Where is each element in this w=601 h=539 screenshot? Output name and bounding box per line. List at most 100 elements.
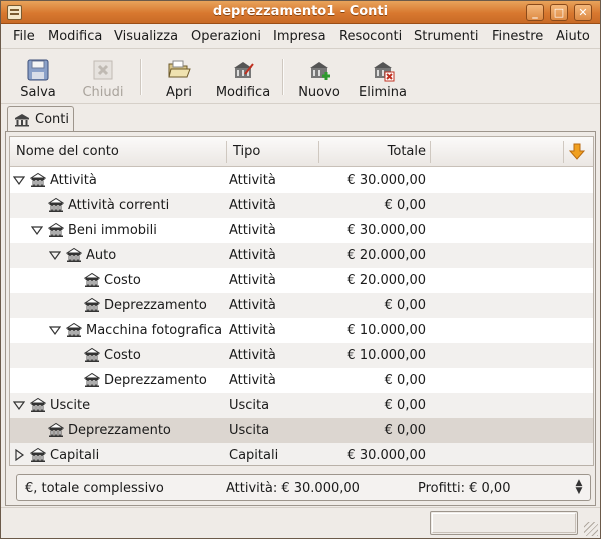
account-row[interactable]: Deprezzamento Attività € 0,00 xyxy=(10,368,593,393)
account-type: Uscita xyxy=(229,423,270,438)
account-row[interactable]: Deprezzamento Attività € 0,00 xyxy=(10,293,593,318)
status-bar xyxy=(1,507,600,538)
save-label: Salva xyxy=(20,85,56,100)
account-name: Capitali xyxy=(50,448,100,463)
expander-icon[interactable] xyxy=(13,399,25,411)
account-name: Deprezzamento xyxy=(104,298,207,313)
column-header-name[interactable]: Nome del conto xyxy=(16,137,226,167)
account-row[interactable]: Attività correnti Attività € 0,00 xyxy=(10,193,593,218)
tab-conti[interactable]: Conti xyxy=(7,106,74,132)
menu-file[interactable]: File xyxy=(13,29,35,44)
menu-finestre[interactable]: Finestre xyxy=(492,29,543,44)
account-total: € 20.000,00 xyxy=(347,273,426,288)
close-icon xyxy=(93,60,113,80)
summary-bar[interactable]: €, totale complessivo Attività: € 30.000… xyxy=(16,474,591,501)
menu-modifica[interactable]: Modifica xyxy=(48,29,102,44)
account-icon xyxy=(48,197,64,212)
account-row[interactable]: Macchina fotografica Attività € 10.000,00 xyxy=(10,318,593,343)
edit-button[interactable]: Modifica xyxy=(213,53,273,101)
menu-aiuto[interactable]: Aiuto xyxy=(556,29,590,44)
delete-account-button[interactable]: Elimina xyxy=(357,53,409,101)
menu-visualizza[interactable]: Visualizza xyxy=(114,29,178,44)
column-separator[interactable] xyxy=(226,141,227,163)
account-total: € 30.000,00 xyxy=(347,173,426,188)
menu-strumenti[interactable]: Strumenti xyxy=(414,29,479,44)
account-name: Uscite xyxy=(50,398,91,413)
account-row[interactable]: Uscite Uscita € 0,00 xyxy=(10,393,593,418)
account-icon xyxy=(84,272,100,287)
account-type: Attività xyxy=(229,248,276,263)
tree-header: Nome del conto Tipo Totale xyxy=(10,137,593,167)
account-type: Attività xyxy=(229,298,276,313)
account-row[interactable]: Beni immobili Attività € 30.000,00 xyxy=(10,218,593,243)
close-window-button[interactable]: ✕ xyxy=(574,4,592,21)
delete-account-label: Elimina xyxy=(359,85,407,100)
new-account-label: Nuovo xyxy=(298,85,340,100)
menu-resoconti[interactable]: Resoconti xyxy=(339,29,402,44)
save-button[interactable]: Salva xyxy=(15,53,61,101)
column-separator[interactable] xyxy=(318,141,319,163)
expander-icon[interactable] xyxy=(49,249,61,261)
new-account-button[interactable]: Nuovo xyxy=(295,53,343,101)
summary-profits: Profitti: € 0,00 xyxy=(418,481,511,496)
account-type: Attività xyxy=(229,273,276,288)
expander-icon[interactable] xyxy=(49,324,61,336)
account-name: Attività xyxy=(50,173,97,188)
edit-account-icon xyxy=(234,62,254,78)
toolbar: Salva Chiudi Apri Modifica Nuovo Elimina xyxy=(1,49,600,104)
menu-impresa[interactable]: Impresa xyxy=(273,29,326,44)
account-icon xyxy=(84,347,100,362)
close-label: Chiudi xyxy=(82,85,124,100)
account-total: € 20.000,00 xyxy=(347,248,426,263)
account-name: Beni immobili xyxy=(68,223,157,238)
expander-icon[interactable] xyxy=(13,449,25,461)
account-type: Attività xyxy=(229,173,276,188)
summary-assets: Attività: € 30.000,00 xyxy=(226,481,360,496)
resize-grip[interactable] xyxy=(584,522,598,536)
open-label: Apri xyxy=(165,85,193,100)
account-icon xyxy=(30,447,46,462)
account-row[interactable]: Costo Attività € 10.000,00 xyxy=(10,343,593,368)
account-name: Macchina fotografica xyxy=(86,323,223,338)
account-total: € 0,00 xyxy=(384,373,426,388)
account-type: Attività xyxy=(229,223,276,238)
account-row[interactable]: Auto Attività € 20.000,00 xyxy=(10,243,593,268)
account-name: Costo xyxy=(104,273,141,288)
toolbar-separator xyxy=(282,59,284,95)
expander-icon[interactable] xyxy=(13,174,25,186)
column-separator[interactable] xyxy=(563,141,564,163)
maximize-button[interactable]: □ xyxy=(550,4,568,21)
account-total: € 0,00 xyxy=(384,423,426,438)
account-type: Uscita xyxy=(229,398,270,413)
account-row[interactable]: Deprezzamento Uscita € 0,00 xyxy=(10,418,593,443)
account-icon xyxy=(48,422,64,437)
account-row[interactable]: Attività Attività € 30.000,00 xyxy=(10,168,593,193)
open-folder-icon xyxy=(168,60,191,78)
account-row[interactable]: Costo Attività € 20.000,00 xyxy=(10,268,593,293)
account-type: Attività xyxy=(229,323,276,338)
account-name: Deprezzamento xyxy=(68,423,171,438)
summary-spin-icon[interactable]: ▲ ▼ xyxy=(572,479,586,497)
account-total: € 30.000,00 xyxy=(347,223,426,238)
column-header-type[interactable]: Tipo xyxy=(233,137,313,167)
account-total: € 10.000,00 xyxy=(347,323,426,338)
title-bar[interactable]: deprezzamento1 - Conti _ □ ✕ xyxy=(1,1,600,24)
account-type: Attività xyxy=(229,198,276,213)
column-chooser-arrow-icon[interactable] xyxy=(569,143,585,161)
account-row[interactable]: Capitali Capitali € 30.000,00 xyxy=(10,443,593,465)
accounts-tree[interactable]: Nome del conto Tipo Totale Attività Attiv… xyxy=(9,136,594,466)
expander-icon[interactable] xyxy=(31,224,43,236)
column-header-total[interactable]: Totale xyxy=(320,137,426,167)
column-separator[interactable] xyxy=(430,141,431,163)
edit-label: Modifica xyxy=(215,85,271,100)
menu-operazioni[interactable]: Operazioni xyxy=(191,29,261,44)
account-icon xyxy=(84,297,100,312)
account-name: Attività correnti xyxy=(68,198,170,213)
open-button[interactable]: Apri xyxy=(157,53,201,101)
save-icon xyxy=(27,59,49,81)
account-name: Costo xyxy=(104,348,141,363)
account-total: € 0,00 xyxy=(384,198,426,213)
account-type: Capitali xyxy=(229,448,279,463)
minimize-button[interactable]: _ xyxy=(526,4,544,21)
close-button[interactable]: Chiudi xyxy=(77,53,129,101)
